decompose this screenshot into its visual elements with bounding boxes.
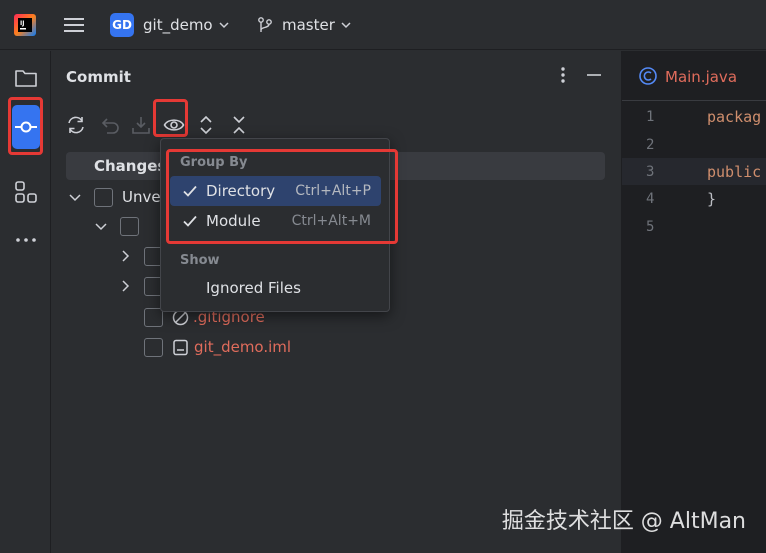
project-badge: GD (110, 13, 134, 37)
chevron-down-icon (218, 19, 230, 31)
line-number: 4 (646, 191, 655, 207)
title-bar: IJ GD git_demo master (0, 0, 766, 50)
chevron-right-icon[interactable] (118, 249, 132, 263)
view-options-eye-icon[interactable] (163, 114, 185, 136)
menu-item-label: Module (206, 212, 261, 230)
checkbox[interactable] (94, 187, 113, 207)
collapse-all-icon[interactable] (228, 114, 250, 136)
git-branch-icon (256, 16, 274, 34)
check-icon (182, 213, 198, 229)
menu-item-shortcut: Ctrl+Alt+M (291, 213, 371, 229)
chevron-down-icon[interactable] (68, 190, 82, 204)
line-number: 3 (646, 164, 655, 180)
checkbox[interactable] (144, 337, 163, 357)
watermark: 掘金技术社区 @ AltMan (501, 509, 746, 534)
view-options-popup: Group By Directory Ctrl+Alt+P Module Ctr… (160, 138, 390, 312)
file-name: git_demo.iml (194, 338, 292, 356)
branch-selector[interactable]: master (256, 12, 352, 38)
tree-row-collapsed[interactable] (118, 272, 163, 300)
refresh-icon[interactable] (65, 114, 87, 136)
show-header: Show (180, 253, 220, 268)
project-folder-icon[interactable] (13, 65, 39, 91)
unversioned-group-label: Unve (122, 188, 161, 206)
commit-tool-icon[interactable] (12, 105, 40, 149)
group-by-header: Group By (180, 155, 248, 170)
menu-item-ignored-files[interactable]: Ignored Files (170, 273, 381, 303)
main-menu-icon[interactable] (62, 13, 86, 37)
menu-item-shortcut: Ctrl+Alt+P (295, 183, 371, 199)
editor-tab-bar: Main.java (622, 51, 766, 101)
svg-text:IJ: IJ (20, 20, 24, 27)
code-line[interactable]: } (707, 190, 716, 208)
structure-icon[interactable] (13, 179, 39, 205)
branch-name: master (282, 16, 335, 34)
menu-item-label: Ignored Files (206, 279, 301, 297)
tree-row-collapsed[interactable] (118, 242, 163, 270)
menu-item-directory[interactable]: Directory Ctrl+Alt+P (170, 176, 381, 206)
changes-label: Changes (94, 157, 167, 175)
module-file-icon (172, 339, 189, 356)
menu-item-module[interactable]: Module Ctrl+Alt+M (170, 206, 381, 236)
chevron-down-icon[interactable] (94, 219, 108, 233)
chevron-down-icon (340, 19, 352, 31)
editor-tab-main-java[interactable]: Main.java (665, 68, 737, 86)
project-selector[interactable]: GD git_demo (110, 12, 230, 38)
line-number: 5 (646, 219, 655, 235)
more-options-icon[interactable] (555, 65, 571, 85)
intellij-logo-icon[interactable]: IJ (14, 14, 36, 36)
panel-title: Commit (66, 68, 131, 86)
check-icon (182, 183, 198, 199)
checkbox[interactable] (120, 216, 139, 236)
line-number: 2 (646, 137, 655, 153)
editor-pane: Main.java 1 2 3 4 5 packag public } (621, 51, 766, 553)
code-line[interactable]: public (707, 163, 761, 181)
commit-toolbar (52, 109, 621, 141)
java-class-icon (638, 66, 658, 86)
more-tools-icon[interactable] (13, 227, 39, 253)
menu-item-label: Directory (206, 182, 276, 200)
project-name: git_demo (143, 16, 213, 34)
tree-row-unversioned[interactable]: Unve (68, 183, 161, 211)
download-icon[interactable] (130, 114, 152, 136)
rollback-icon[interactable] (99, 114, 121, 136)
tree-row-file[interactable]: git_demo.iml (144, 333, 291, 361)
tool-window-strip (0, 51, 51, 553)
line-number: 1 (646, 109, 655, 125)
minimize-icon[interactable] (585, 66, 603, 84)
chevron-right-icon[interactable] (118, 279, 132, 293)
expand-all-icon[interactable] (195, 114, 217, 136)
tree-row-folder[interactable] (94, 212, 139, 240)
code-line[interactable]: packag (707, 108, 761, 126)
